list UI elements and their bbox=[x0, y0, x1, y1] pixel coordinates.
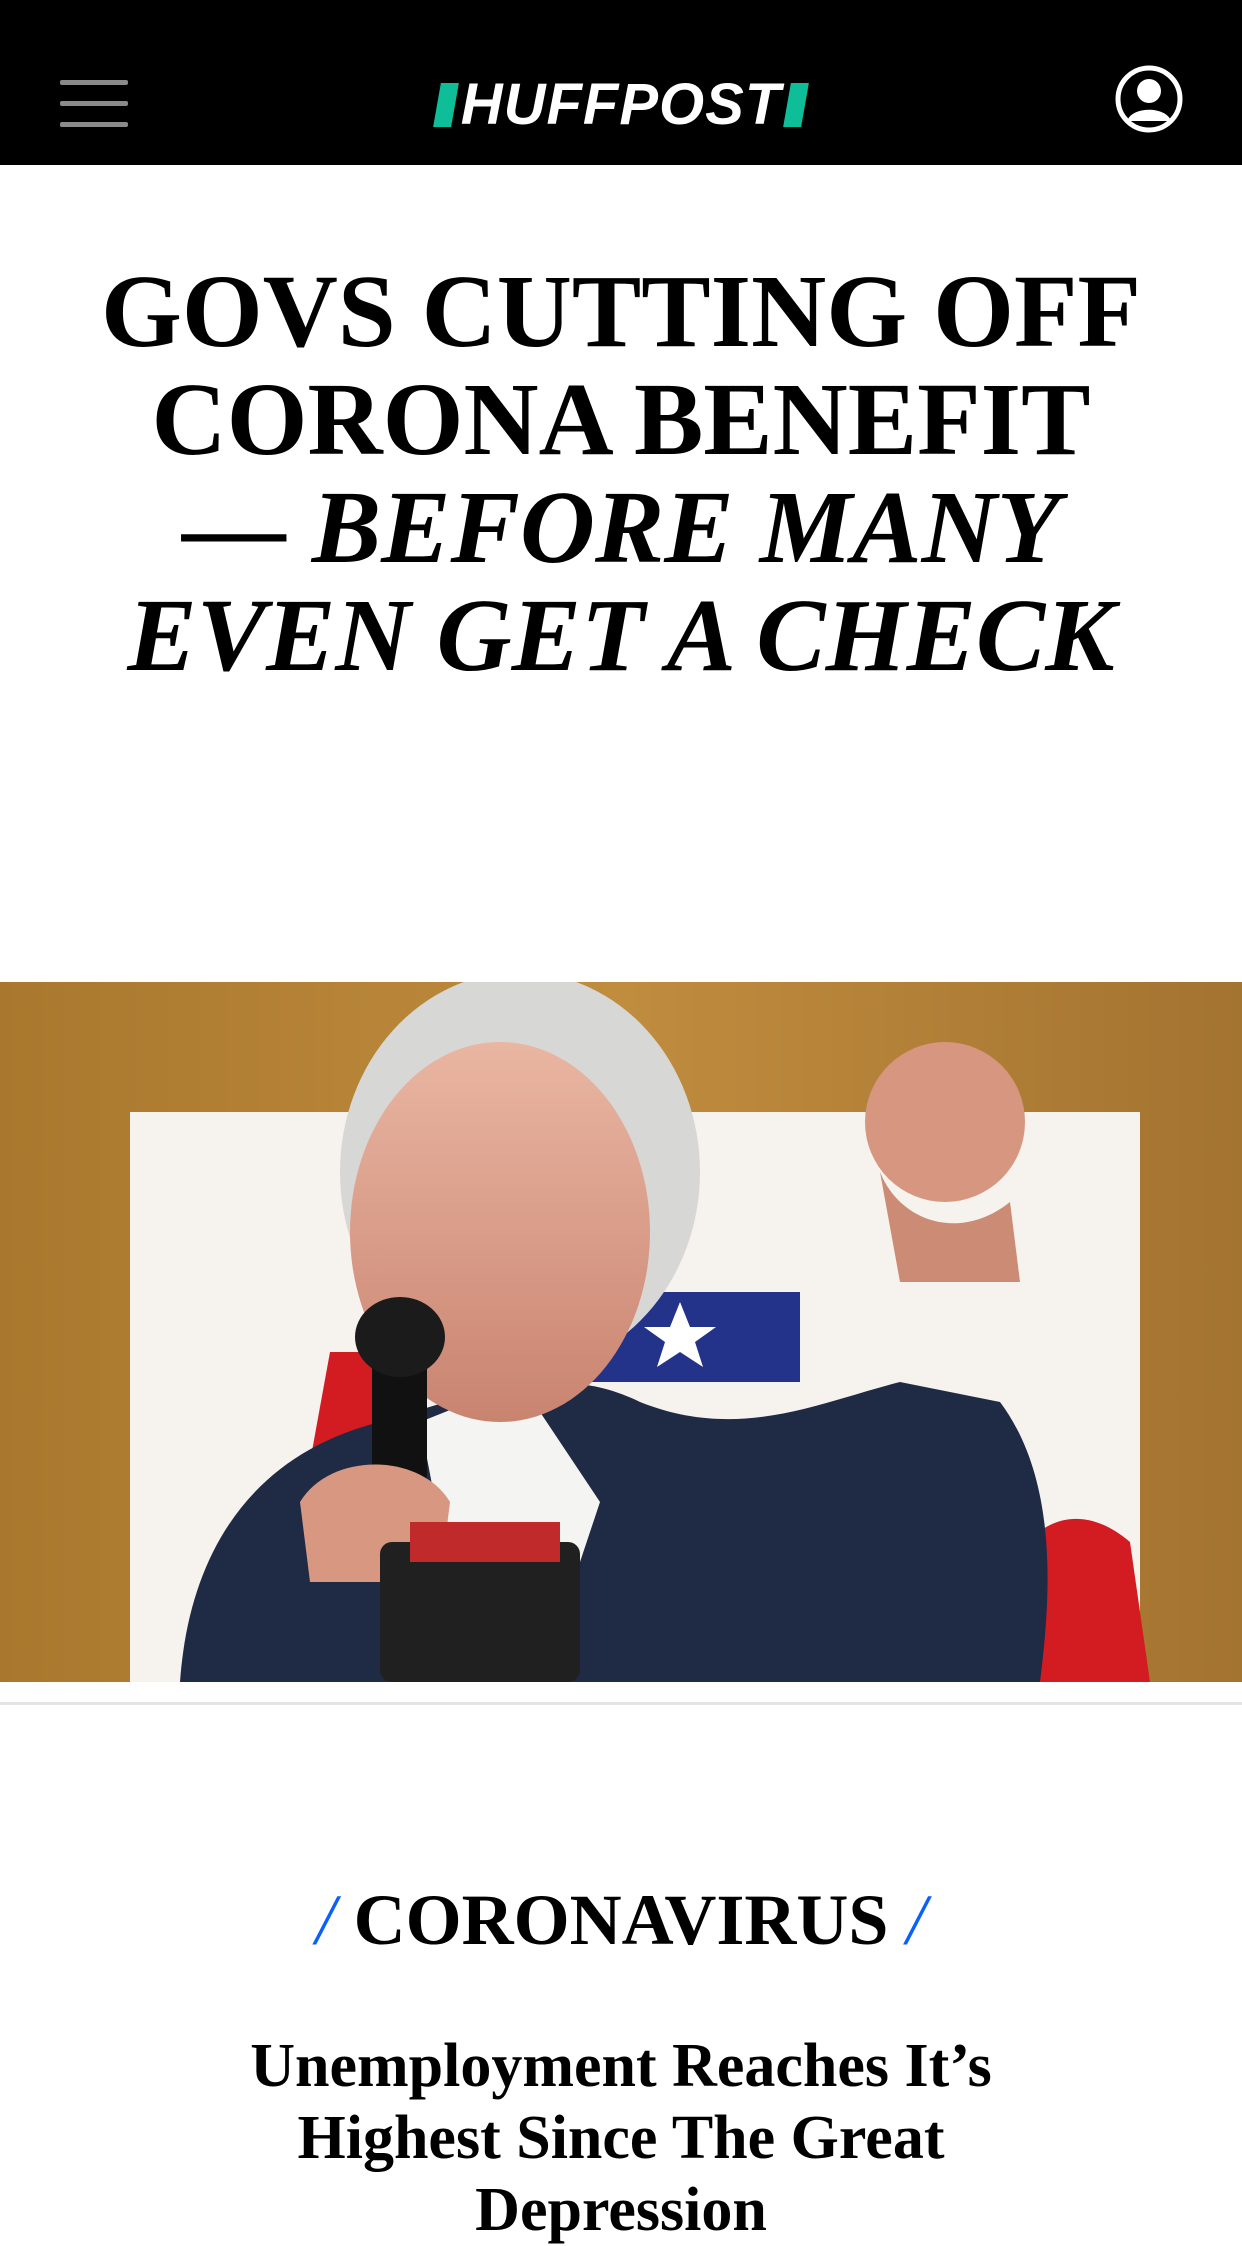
user-account-icon[interactable] bbox=[1114, 64, 1184, 134]
top-navigation-bar: HUFFPOST bbox=[0, 0, 1242, 165]
huffpost-logo[interactable]: HUFFPOST bbox=[415, 72, 827, 137]
story-title-link[interactable]: Unemployment Reaches It’s Highest Since … bbox=[170, 2030, 1072, 2246]
headline-main: GOVS CUTTING OFF CORONA BENEFIT bbox=[100, 254, 1142, 477]
hero-image[interactable] bbox=[0, 982, 1242, 1682]
section-slash-left: / bbox=[315, 1880, 336, 1960]
section-label[interactable]: / CORONAVIRUS / bbox=[0, 1880, 1242, 1960]
splash-headline[interactable]: GOVS CUTTING OFF CORONA BENEFIT — BEFORE… bbox=[60, 258, 1182, 690]
hamburger-menu-icon[interactable] bbox=[60, 80, 130, 128]
section-slash-right: / bbox=[906, 1880, 927, 1960]
logo-text: HUFFPOST bbox=[460, 72, 782, 137]
section-label-text: CORONAVIRUS bbox=[353, 1880, 889, 1960]
headline-dash: — bbox=[181, 470, 312, 585]
section-divider bbox=[0, 1702, 1242, 1705]
